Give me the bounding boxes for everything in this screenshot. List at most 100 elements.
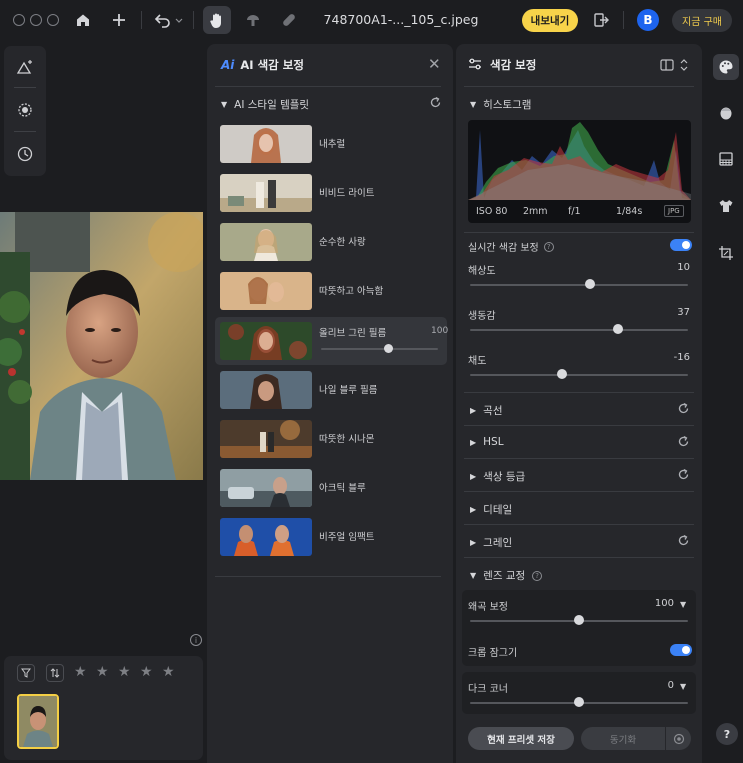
face-retouch-icon[interactable] [713, 100, 739, 126]
help-circle-icon[interactable]: ? [543, 241, 554, 252]
template-strength-slider[interactable] [321, 348, 438, 350]
dropdown-caret-icon[interactable]: ▼ [680, 682, 686, 691]
crop-lock-toggle[interactable] [670, 644, 692, 656]
crop-icon[interactable] [713, 240, 739, 266]
window-minimize-dot[interactable] [30, 14, 42, 26]
filmstrip-thumbnail[interactable] [17, 694, 59, 749]
distortion-value[interactable]: 100 [642, 598, 674, 609]
rating-star-icon[interactable]: ★ [118, 664, 131, 680]
rating-star-icon[interactable]: ★ [74, 664, 87, 680]
template-label: 비주얼 임팩트 [319, 532, 375, 543]
slider-handle[interactable] [584, 279, 595, 289]
histogram: ISO 80 2mm f/1 1/84s JPG [468, 120, 691, 223]
color-grading-section-header[interactable]: ▶ 색상 등급 [470, 469, 525, 484]
mushroom-tool-icon[interactable] [242, 10, 264, 30]
slider-handle[interactable] [574, 615, 584, 625]
sync-settings-icon[interactable] [666, 727, 691, 750]
style-template-section-header[interactable]: ▼ AI 스타일 템플릿 [221, 97, 309, 112]
toolbar-divider [193, 11, 194, 29]
section-title: 색상 등급 [483, 471, 526, 483]
template-item[interactable]: 비주얼 임팩트 [215, 515, 447, 559]
account-avatar[interactable]: B [637, 9, 659, 31]
template-thumbnail [220, 420, 312, 458]
help-button[interactable]: ? [716, 723, 738, 745]
template-strength-value: 100 [431, 326, 449, 336]
reset-icon[interactable] [429, 96, 442, 112]
history-icon[interactable] [14, 143, 36, 165]
divider [464, 557, 694, 558]
reset-icon[interactable] [677, 534, 690, 550]
template-item[interactable]: 따뜻한 시나몬 [215, 417, 447, 461]
template-thumbnail [220, 371, 312, 409]
exif-iso: ISO 80 [476, 205, 508, 217]
template-label: 따뜻한 시나몬 [319, 434, 375, 445]
template-item-active[interactable]: 올리브 그린 필름 100 [215, 317, 449, 365]
home-icon[interactable] [72, 10, 94, 30]
histogram-section-header[interactable]: ▼ 히스토그램 [470, 97, 531, 112]
caret-down-icon: ▼ [470, 571, 477, 580]
edited-photo[interactable] [0, 212, 203, 480]
export-button[interactable]: 내보내기 [522, 9, 578, 32]
caret-right-icon: ▶ [470, 538, 477, 547]
auto-enhance-icon[interactable] [14, 56, 36, 78]
divider [464, 524, 694, 525]
compare-view-icon[interactable] [660, 59, 674, 74]
help-circle-icon[interactable]: ? [532, 570, 543, 581]
slider-handle[interactable] [556, 369, 567, 379]
hand-tool-icon[interactable] [203, 6, 231, 34]
template-item[interactable]: 내추럴 [215, 122, 447, 166]
toolbar-divider [141, 11, 142, 29]
exif-focal-length: 2mm [523, 205, 548, 217]
color-panel-header: 색감 보정 [468, 57, 536, 73]
window-close-dot[interactable] [13, 14, 25, 26]
vibrance-slider[interactable] [470, 329, 688, 331]
vignette-value[interactable]: 0 [642, 680, 674, 691]
divider [464, 458, 694, 459]
resolution-slider[interactable] [470, 284, 688, 286]
filter-icon[interactable] [17, 664, 35, 682]
lens-correction-section-header[interactable]: ▼ 렌즈 교정 ? [470, 568, 543, 583]
bandage-tool-icon[interactable] [278, 10, 300, 30]
rating-star-icon[interactable]: ★ [162, 664, 175, 680]
curves-section-header[interactable]: ▶ 곡선 [470, 403, 502, 418]
expand-collapse-icon[interactable] [680, 59, 688, 74]
reset-icon[interactable] [677, 468, 690, 484]
slider-handle[interactable] [613, 324, 624, 334]
add-icon[interactable] [108, 10, 130, 30]
palette-icon[interactable] [713, 54, 739, 80]
realtime-toggle[interactable] [670, 239, 692, 251]
exit-panel-icon[interactable] [590, 10, 612, 30]
grain-section-header[interactable]: ▶ 그레인 [470, 535, 512, 550]
window-zoom-dot[interactable] [47, 14, 59, 26]
buy-now-button[interactable]: 지금 구매 [672, 9, 732, 32]
close-icon[interactable]: ✕ [428, 55, 441, 73]
rating-star-icon[interactable]: ★ [140, 664, 153, 680]
template-item[interactable]: 순수한 사랑 [215, 220, 447, 264]
exif-aperture: f/1 [568, 205, 581, 217]
clothing-icon[interactable] [713, 193, 739, 219]
template-item[interactable]: 비비드 라이트 [215, 171, 447, 215]
slider-handle[interactable] [383, 344, 393, 353]
undo-icon[interactable] [152, 10, 184, 30]
background-grid-icon[interactable] [713, 146, 739, 172]
slider-handle[interactable] [574, 697, 584, 707]
dropdown-caret-icon[interactable]: ▼ [680, 600, 686, 609]
retouch-sparkle-icon[interactable] [14, 99, 36, 121]
image-info-icon[interactable]: i [190, 634, 202, 646]
top-bar: 748700A1-..._105_c.jpeg 내보내기 B 지금 구매 [0, 0, 743, 40]
template-item[interactable]: 나일 블루 필름 [215, 368, 447, 412]
template-item[interactable]: 따뜻하고 아늑함 [215, 269, 447, 313]
divider [464, 491, 694, 492]
rating-star-icon[interactable]: ★ [96, 664, 109, 680]
sync-button[interactable]: 동기화 [581, 727, 665, 750]
save-preset-button[interactable]: 현재 프리셋 저장 [468, 727, 574, 750]
template-label: 순수한 사랑 [319, 237, 366, 248]
reset-icon[interactable] [677, 435, 690, 451]
sort-icon[interactable] [46, 664, 64, 682]
detail-section-header[interactable]: ▶ 디테일 [470, 502, 512, 517]
template-item[interactable]: 아크틱 블루 [215, 466, 447, 510]
slider-value: 37 [677, 307, 690, 318]
saturation-slider[interactable] [470, 374, 688, 376]
reset-icon[interactable] [677, 402, 690, 418]
hsl-section-header[interactable]: ▶ HSL [470, 436, 504, 448]
